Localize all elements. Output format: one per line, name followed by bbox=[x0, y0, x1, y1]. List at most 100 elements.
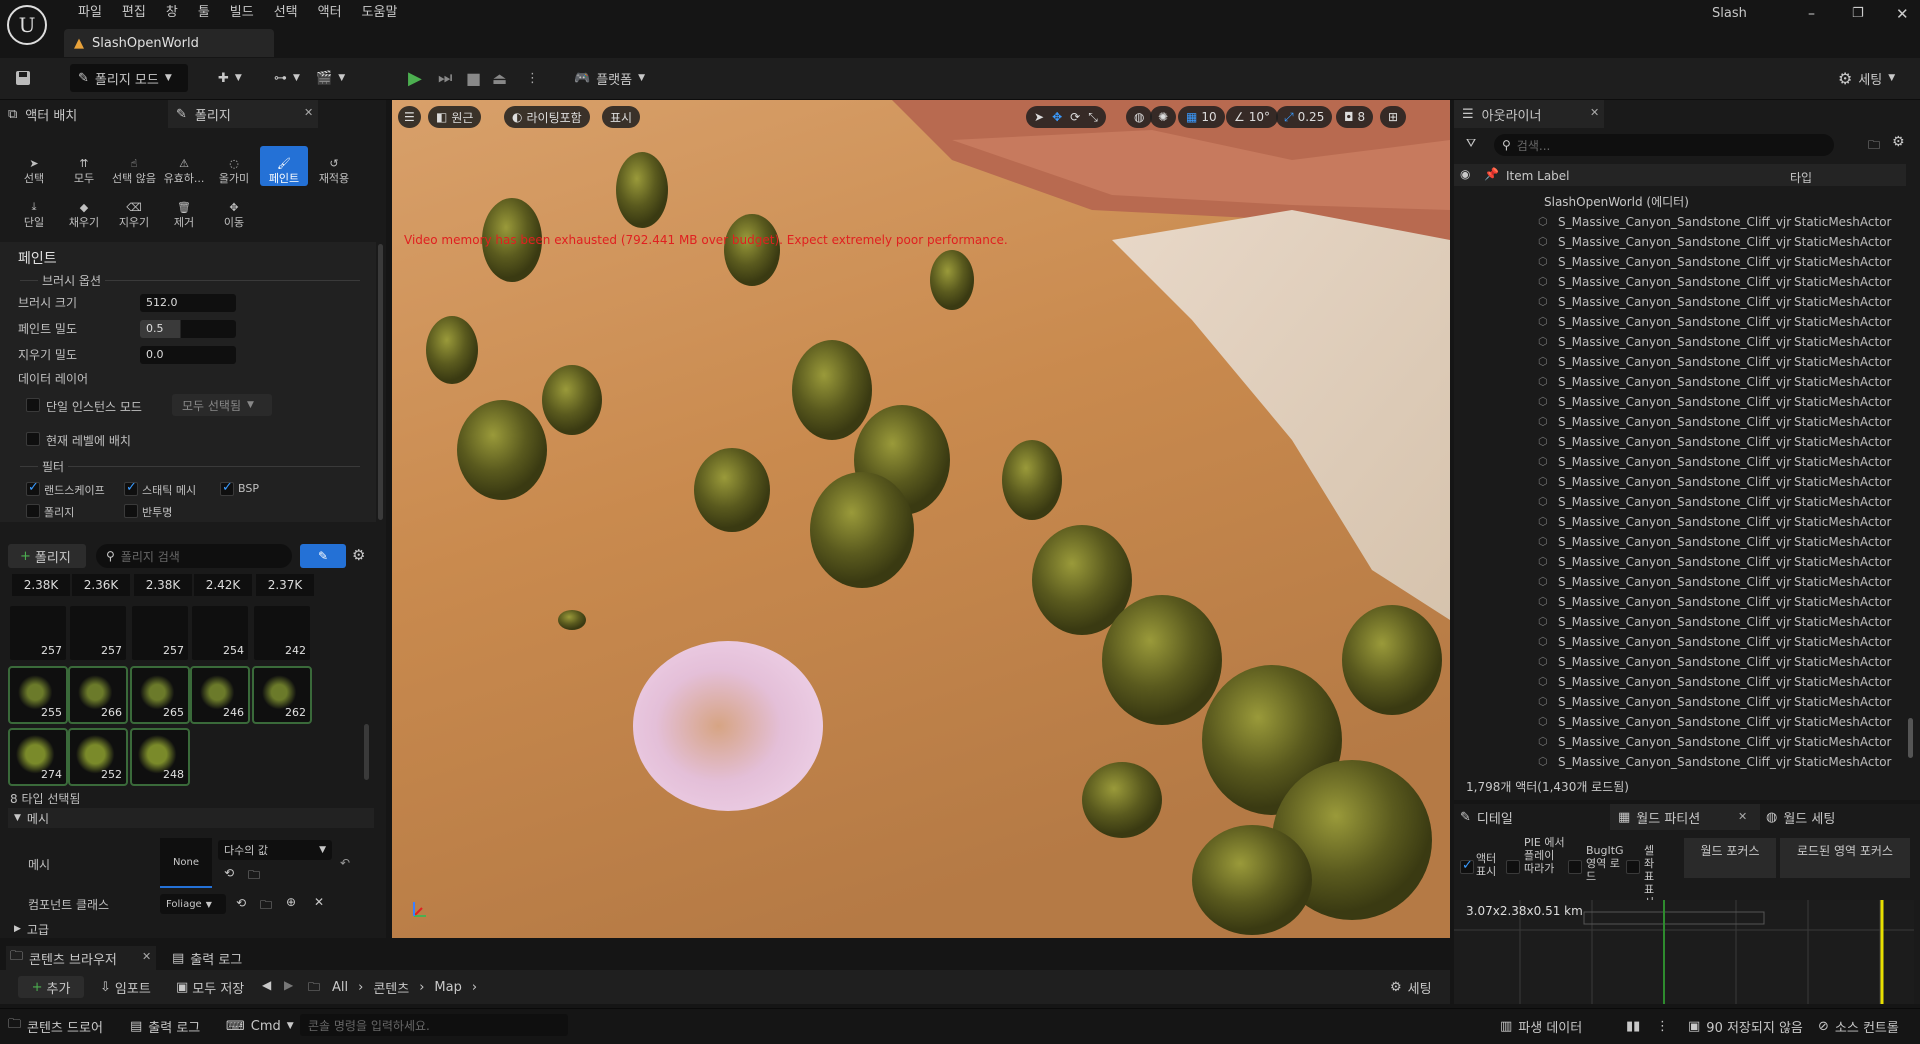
visibility-icon[interactable]: ◉ bbox=[1460, 167, 1470, 181]
add-button[interactable]: + 추가 bbox=[18, 976, 84, 998]
translucent-checkbox[interactable] bbox=[124, 504, 138, 518]
output-log-button[interactable]: ▤ 출력 로그 bbox=[130, 1014, 200, 1038]
pin-icon[interactable]: 📌 bbox=[1484, 167, 1499, 181]
unreal-logo-icon[interactable]: U bbox=[6, 4, 48, 46]
scale-icon[interactable]: ⤡ bbox=[1088, 110, 1098, 125]
single-instance-checkbox[interactable] bbox=[26, 398, 40, 412]
tool-fill[interactable]: ◆ 채우기 bbox=[60, 190, 108, 230]
tool-all[interactable]: ⇈ 모두 bbox=[60, 146, 108, 186]
menu-tools[interactable]: 툴 bbox=[188, 2, 220, 24]
clear-icon[interactable]: ✕ bbox=[314, 895, 324, 909]
tab-world-settings[interactable]: ◍ 월드 세팅 bbox=[1766, 804, 1835, 830]
more-options-icon[interactable]: ⋮ bbox=[526, 64, 539, 92]
outliner-row[interactable]: ⬡ S_Massive_Canyon_Sandstone_Cliff_vjr Sta… bbox=[1454, 372, 1906, 392]
outliner-row[interactable]: ⬡ S_Massive_Canyon_Sandstone_Cliff_vjr Sta… bbox=[1454, 432, 1906, 452]
maximize-icon[interactable]: ❐ bbox=[1852, 6, 1864, 21]
outliner-row[interactable]: ⬡ S_Massive_Canyon_Sandstone_Cliff_vjr Sta… bbox=[1454, 612, 1906, 632]
breadcrumb-item[interactable]: All bbox=[332, 980, 348, 995]
tool-erase[interactable]: ⌫ 지우기 bbox=[110, 190, 158, 230]
outliner-row[interactable]: ⬡ S_Massive_Canyon_Sandstone_Cliff_vjr Sta… bbox=[1454, 352, 1906, 372]
mesh-section-header[interactable]: ▼ 메시 bbox=[8, 808, 374, 828]
menu-help[interactable]: 도움말 bbox=[352, 2, 408, 24]
derived-data-button[interactable]: ▥ 파생 데이터 bbox=[1500, 1014, 1582, 1038]
erase-density-input[interactable]: 0.0 bbox=[140, 346, 236, 364]
surface-snap-icon[interactable]: ✺ bbox=[1150, 106, 1177, 128]
paint-density-input[interactable]: 0.5 bbox=[140, 320, 236, 338]
stats-icon[interactable]: ▮▮ bbox=[1626, 1014, 1640, 1038]
menu-file[interactable]: 파일 bbox=[68, 2, 112, 24]
settings-dropdown[interactable]: ⚙ 세팅 ▼ bbox=[1838, 64, 1895, 92]
menu-build[interactable]: 빌드 bbox=[220, 2, 264, 24]
outliner-row[interactable]: ⬡ S_Massive_Canyon_Sandstone_Cliff_vjr Sta… bbox=[1454, 712, 1906, 732]
outliner-row[interactable]: ⬡ S_Massive_Canyon_Sandstone_Cliff_vjr Sta… bbox=[1454, 292, 1906, 312]
step-icon[interactable]: ⏭ bbox=[438, 64, 452, 92]
foliage-thumbnail[interactable]: 262 bbox=[252, 666, 312, 724]
tab-details[interactable]: ✎ 디테일 bbox=[1460, 804, 1513, 830]
use-selected-icon[interactable]: ⟲ bbox=[224, 866, 234, 880]
browse-icon[interactable]: 🗀 bbox=[248, 866, 260, 887]
outliner-row[interactable]: ⬡ S_Massive_Canyon_Sandstone_Cliff_vjr Sta… bbox=[1454, 592, 1906, 612]
browse-icon[interactable]: 🗀 bbox=[260, 896, 272, 917]
outliner-row[interactable]: ⬡ S_Massive_Canyon_Sandstone_Cliff_vjr Sta… bbox=[1454, 492, 1906, 512]
foliage-thumbnail[interactable]: 257 bbox=[10, 606, 66, 660]
lit-button[interactable]: ◐ 라이팅포함 bbox=[504, 106, 590, 128]
close-tab-icon[interactable]: ✕ bbox=[304, 106, 313, 119]
tool-reapply[interactable]: ↺ 재적용 bbox=[310, 146, 358, 186]
close-tab-icon[interactable]: ✕ bbox=[1590, 106, 1599, 119]
type-column[interactable]: 타입 bbox=[1790, 169, 1812, 186]
reset-icon[interactable]: ↶ bbox=[340, 856, 350, 870]
outliner-row[interactable]: ⬡ S_Massive_Canyon_Sandstone_Cliff_vjr Sta… bbox=[1454, 452, 1906, 472]
outliner-row[interactable]: ⬡ S_Massive_Canyon_Sandstone_Cliff_vjr Sta… bbox=[1454, 412, 1906, 432]
show-button[interactable]: 표시 bbox=[602, 106, 641, 128]
forward-icon[interactable]: ▶ bbox=[284, 978, 293, 992]
outliner-row[interactable]: ⬡ S_Massive_Canyon_Sandstone_Cliff_vjr Sta… bbox=[1454, 572, 1906, 592]
play-icon[interactable]: ▶ bbox=[408, 64, 422, 92]
perspective-button[interactable]: ◧ 원근 bbox=[428, 106, 482, 128]
paint-toggle-button[interactable]: ✎ bbox=[300, 544, 346, 568]
static-mesh-checkbox[interactable] bbox=[124, 480, 138, 496]
tab-foliage[interactable]: ✎ 폴리지 bbox=[168, 100, 318, 128]
foliage-search-input[interactable]: ⚲ 폴리지 검색 bbox=[96, 544, 292, 568]
scrollbar[interactable] bbox=[378, 244, 383, 520]
brush-size-input[interactable]: 512.0 bbox=[140, 294, 236, 312]
camera-speed-button[interactable]: ◘ 8 bbox=[1336, 106, 1374, 128]
multiple-values-dropdown[interactable]: 다수의 값 ▼ bbox=[218, 840, 332, 860]
tool-select[interactable]: ➤ 선택 bbox=[10, 146, 58, 186]
advanced-section-header[interactable]: ▶ 고급 bbox=[8, 920, 374, 938]
scale-snap-button[interactable]: ⤢ 0.25 bbox=[1276, 106, 1333, 128]
tool-single[interactable]: ⤓ 단일 bbox=[10, 190, 58, 230]
outliner-row[interactable]: ⬡ S_Massive_Canyon_Sandstone_Cliff_vjr Sta… bbox=[1454, 312, 1906, 332]
tab-place-actors[interactable]: ⧉ 액터 배치 bbox=[8, 100, 168, 128]
outliner-root[interactable]: SlashOpenWorld (에디터) bbox=[1544, 193, 1689, 210]
foliage-thumbnail[interactable]: 257 bbox=[70, 606, 126, 660]
scrollbar[interactable] bbox=[1908, 718, 1913, 758]
viewport-menu-button[interactable]: ☰ bbox=[398, 106, 421, 128]
tool-invalid[interactable]: ⚠ 유효하... bbox=[160, 146, 208, 186]
all-selected-dropdown[interactable]: 모두 선택됨 ▼ bbox=[172, 394, 272, 416]
foliage-thumbnail[interactable]: 265 bbox=[130, 666, 190, 724]
outliner-search-input[interactable]: ⚲ 검색... bbox=[1494, 134, 1834, 156]
console-input[interactable]: 콘솔 명령을 입력하세요. bbox=[300, 1014, 568, 1036]
more-icon[interactable]: ⋮ bbox=[1656, 1014, 1669, 1038]
actor-display-checkbox[interactable] bbox=[1460, 858, 1474, 874]
mode-dropdown[interactable]: ✎ 폴리지 모드 ▼ bbox=[70, 64, 188, 92]
foliage-thumbnail[interactable]: 246 bbox=[190, 666, 250, 724]
foliage-thumbnail[interactable]: 266 bbox=[68, 666, 128, 724]
landscape-checkbox[interactable] bbox=[26, 480, 40, 496]
outliner-row[interactable]: ⬡ S_Massive_Canyon_Sandstone_Cliff_vjr Sta… bbox=[1454, 232, 1906, 252]
add-icon[interactable]: ⊕ bbox=[286, 895, 296, 909]
content-drawer-button[interactable]: 🗀 콘텐츠 드로어 bbox=[8, 1014, 103, 1038]
pie-follow-checkbox[interactable] bbox=[1506, 860, 1520, 874]
save-icon[interactable] bbox=[14, 64, 36, 92]
outliner-row[interactable]: ⬡ S_Massive_Canyon_Sandstone_Cliff_vjr Sta… bbox=[1454, 552, 1906, 572]
menu-actor[interactable]: 액터 bbox=[308, 2, 352, 24]
foliage-thumbnail[interactable]: 254 bbox=[192, 606, 248, 660]
rotation-snap-button[interactable]: ∠ 10° bbox=[1226, 106, 1279, 128]
menu-select[interactable]: 선택 bbox=[264, 2, 308, 24]
outliner-row[interactable]: ⬡ S_Massive_Canyon_Sandstone_Cliff_vjr Sta… bbox=[1454, 672, 1906, 692]
platforms-dropdown[interactable]: 🎮 플랫폼 ▼ bbox=[574, 64, 645, 92]
cmd-dropdown[interactable]: ⌨ Cmd ▼ bbox=[226, 1014, 294, 1038]
loaded-focus-button[interactable]: 로드된 영역 포커스 bbox=[1780, 838, 1910, 878]
bsp-checkbox[interactable] bbox=[220, 480, 234, 496]
outliner-row[interactable]: ⬡ S_Massive_Canyon_Sandstone_Cliff_vjr Sta… bbox=[1454, 512, 1906, 532]
